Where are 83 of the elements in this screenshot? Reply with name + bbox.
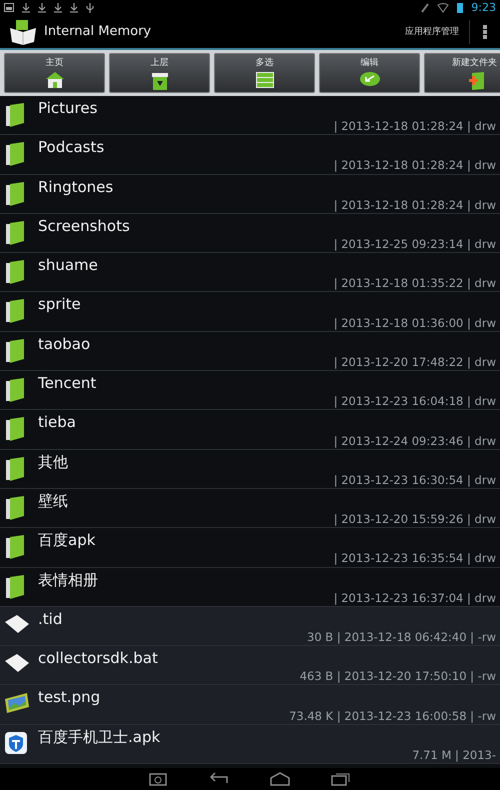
file-row[interactable]: 表情相册 | 2013-12-23 16:37:04 | drw: [0, 568, 500, 607]
clock: 9:23: [471, 1, 496, 14]
recent-apps-icon[interactable]: [331, 772, 351, 786]
image-file-icon: [4, 691, 30, 716]
file-icon: [4, 652, 30, 674]
file-name: 表情相册: [38, 570, 99, 591]
download-icon: [22, 2, 30, 12]
folder-icon: [4, 377, 26, 404]
file-details: | 2013-12-18 01:28:24 | drw: [334, 158, 496, 174]
camera-icon[interactable]: [149, 772, 167, 786]
edit-icon: [358, 71, 380, 87]
folder-icon: [4, 259, 26, 286]
file-name: Screenshots: [38, 216, 131, 237]
back-icon[interactable]: [207, 772, 229, 786]
picture-notification-icon: [4, 3, 14, 12]
file-name: Tencent: [38, 373, 98, 394]
toolbar-button[interactable]: 主页: [4, 53, 105, 93]
app-manager-button[interactable]: 应用程序管理: [395, 20, 470, 44]
file-name: Pictures: [38, 98, 98, 119]
home-icon[interactable]: [269, 772, 291, 786]
file-details: 30 B | 2013-12-18 06:42:40 | -rw: [307, 630, 496, 646]
list-icon: [254, 71, 274, 89]
file-details: | 2013-12-18 01:36:00 | drw: [334, 316, 496, 331]
file-name: sprite: [38, 294, 82, 316]
file-name: taobao: [38, 334, 92, 355]
file-row[interactable]: 百度手机卫士.apk 7.71 M | 2013-: [0, 724, 500, 764]
file-name: Podcasts: [38, 137, 106, 158]
file-name: .tid: [38, 608, 64, 630]
file-details: | 2013-12-20 15:59:26 | drw: [334, 512, 496, 528]
file-details: | 2013-12-24 09:23:46 | drw: [334, 434, 496, 449]
folder-icon: [4, 534, 26, 560]
folder-icon: [4, 338, 26, 364]
file-row[interactable]: .tid 30 B | 2013-12-18 06:42:40 | -rw: [0, 606, 500, 646]
download-icon: [70, 2, 78, 12]
shield-app-icon: [4, 730, 28, 755]
box-down-arrow-icon: [150, 71, 168, 91]
file-name: tieba: [38, 412, 77, 434]
toolbar-button[interactable]: 编辑: [319, 53, 420, 93]
file-details: | 2013-12-23 16:37:04 | drw: [334, 590, 496, 606]
battery-icon: [457, 2, 464, 13]
file-row[interactable]: Ringtones | 2013-12-18 01:28:24 | drw: [0, 174, 500, 214]
folder-icon: [4, 102, 26, 128]
file-name: shuame: [38, 255, 99, 276]
file-details: 73.48 K | 2013-12-23 16:00:58 | -rw: [289, 708, 496, 724]
folder-icon: [4, 220, 26, 246]
file-name: 其他: [38, 452, 69, 473]
house-icon: [44, 71, 64, 89]
file-name: Ringtones: [38, 176, 114, 198]
file-name: 百度apk: [38, 530, 96, 552]
folder-icon: [4, 456, 26, 482]
file-details: | 2013-12-18 01:28:24 | drw: [334, 198, 496, 213]
folder-icon: [4, 574, 26, 600]
file-name: 百度手机卫士.apk: [38, 726, 162, 748]
file-name: 壁纸: [38, 490, 69, 512]
file-row[interactable]: collectorsdk.bat 463 B | 2013-12-20 17:50:10 | -rw: [0, 646, 500, 686]
toolbar-button[interactable]: 多选: [214, 53, 315, 93]
file-details: | 2013-12-20 17:48:22 | drw: [334, 354, 496, 370]
folder-icon: [4, 298, 26, 324]
file-details: | 2013-12-18 01:35:22 | drw: [334, 276, 496, 292]
toolbar-button[interactable]: 新建文件夹: [424, 53, 500, 93]
file-details: 7.71 M | 2013-: [412, 748, 496, 764]
app-box-icon: [8, 18, 38, 46]
file-details: | 2013-12-23 16:30:54 | drw: [334, 472, 496, 488]
file-details: | 2013-12-23 16:04:18 | drw: [334, 394, 496, 410]
usb-icon: [86, 2, 94, 12]
folder-icon: [4, 416, 26, 442]
wifi-icon: [437, 2, 450, 12]
folder-icon: [4, 180, 26, 207]
file-details: | 2013-12-23 16:35:54 | drw: [334, 551, 496, 567]
folder-icon: [4, 141, 26, 168]
file-icon: [4, 612, 30, 635]
download-icon: [38, 2, 46, 12]
download-icon: [54, 2, 62, 12]
folder-icon: [4, 494, 26, 521]
file-name: collectorsdk.bat: [38, 648, 159, 670]
window-title: Internal Memory: [44, 24, 152, 39]
toolbar-button[interactable]: 上层: [109, 53, 210, 93]
file-name: test.png: [38, 687, 102, 708]
file-row[interactable]: test.png 73.48 K | 2013-12-23 16:00:58 | -rw: [0, 685, 500, 725]
file-details: | 2013-12-18 01:28:24 | drw: [334, 119, 496, 134]
file-details: | 2013-12-25 09:23:14 | drw: [334, 237, 496, 252]
file-details: 463 B | 2013-12-20 17:50:10 | -rw: [300, 669, 496, 684]
file-row[interactable]: 其他 | 2013-12-23 16:30:54 | drw: [0, 450, 500, 489]
